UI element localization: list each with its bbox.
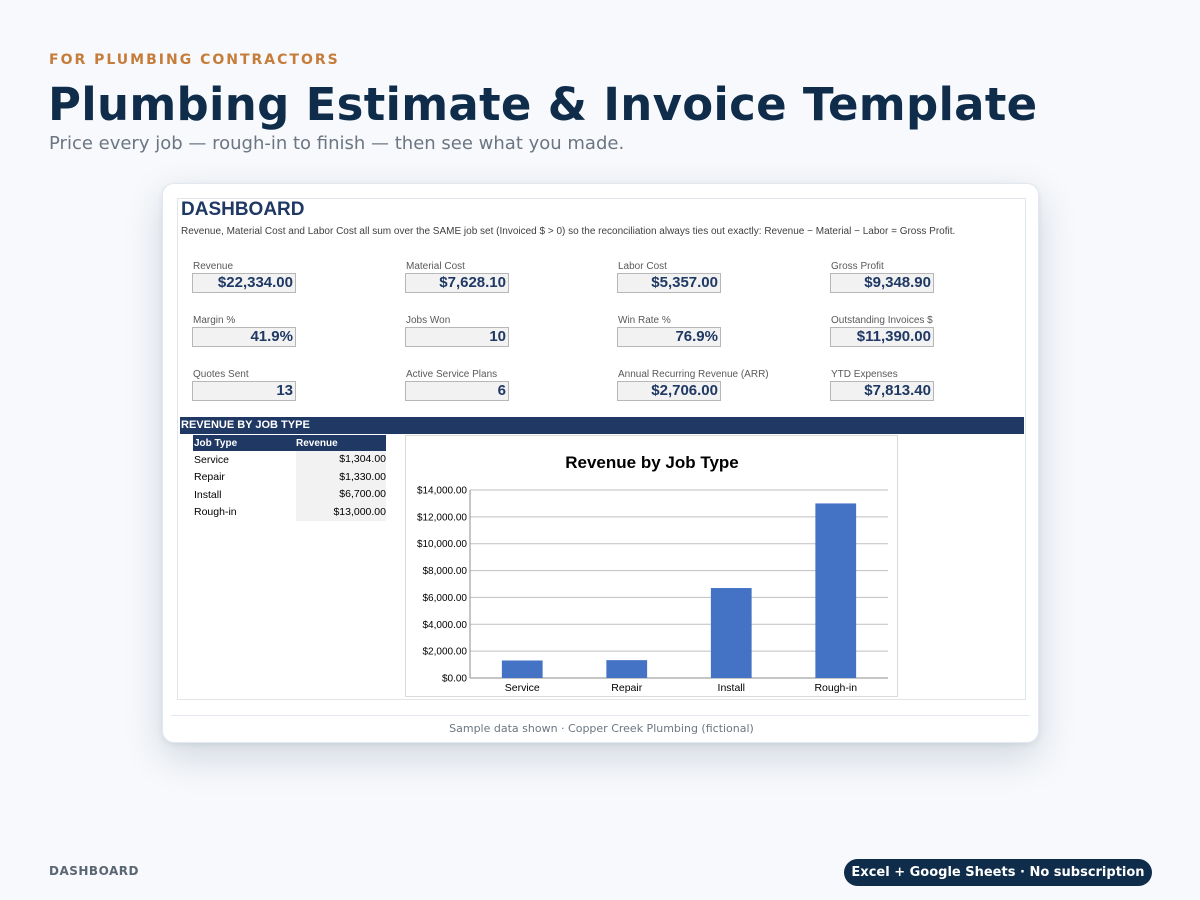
y-tick-label: $6,000.00 (423, 593, 468, 604)
cell-revenue[interactable]: $13,000.00 (296, 503, 386, 521)
table-row: Rough-in $13,000.00 (193, 503, 386, 521)
revenue-chart[interactable]: Revenue by Job Type $0.00 $2,000.00 $4,000… (405, 435, 898, 697)
cell-revenue[interactable]: $1,330.00 (296, 468, 386, 486)
table-row: Repair $1,330.00 (193, 468, 386, 486)
kpi-value-quotes-sent[interactable]: 13 (192, 381, 296, 401)
kpi-label-labor-cost: Labor Cost (618, 261, 667, 272)
cell-revenue[interactable]: $6,700.00 (296, 486, 386, 504)
x-tick-label: Service (505, 682, 540, 694)
table-header-row: Job Type Revenue (193, 435, 386, 451)
kpi-value-gross-profit[interactable]: $9,348.90 (830, 273, 934, 293)
cell-revenue[interactable]: $1,304.00 (296, 451, 386, 469)
x-tick-label: Repair (611, 682, 642, 694)
kpi-label-quotes-sent: Quotes Sent (193, 369, 249, 380)
cell-job-type[interactable]: Rough-in (193, 506, 296, 518)
kpi-value-material-cost[interactable]: $7,628.10 (405, 273, 509, 293)
y-tick-label: $8,000.00 (423, 566, 468, 577)
kpi-label-outstanding-invoices: Outstanding Invoices $ (831, 315, 933, 326)
y-tick-label: $14,000.00 (417, 486, 467, 497)
kpi-value-margin[interactable]: 41.9% (192, 327, 296, 347)
revenue-chart-svg: Revenue by Job Type $0.00 $2,000.00 $4,000… (417, 453, 888, 694)
cell-job-type[interactable]: Install (193, 489, 296, 501)
kpi-label-revenue: Revenue (193, 261, 234, 272)
y-tick-label: $2,000.00 (423, 647, 468, 658)
kpi-label-ytd-expenses: YTD Expenses (831, 369, 898, 380)
kpi-label-active-service-plans: Active Service Plans (406, 369, 498, 380)
spreadsheet-card: DASHBOARD Revenue, Material Cost and Lab… (162, 183, 1039, 743)
chart-bars (501, 503, 857, 678)
kpi-value-outstanding-invoices[interactable]: $11,390.00 (830, 327, 934, 347)
y-tick-label: $0.00 (442, 674, 467, 685)
card-divider (171, 715, 1030, 716)
page-title: Plumbing Estimate & Invoice Template (48, 78, 1038, 131)
table-row: Install $6,700.00 (193, 486, 386, 504)
dashboard-sheet: DASHBOARD Revenue, Material Cost and Lab… (177, 198, 1026, 700)
kpi-value-labor-cost[interactable]: $5,357.00 (617, 273, 721, 293)
cell-job-type[interactable]: Repair (193, 471, 296, 483)
cell-job-type[interactable]: Service (193, 454, 296, 466)
kpi-value-active-service-plans[interactable]: 6 (405, 381, 509, 401)
kpi-label-material-cost: Material Cost (406, 261, 465, 272)
y-tick-label: $4,000.00 (423, 620, 468, 631)
kpi-label-win-rate: Win Rate % (618, 315, 671, 326)
compatibility-badge: Excel + Google Sheets · No subscription (844, 859, 1152, 886)
column-header-job-type[interactable]: Job Type (193, 438, 296, 449)
kpi-value-arr[interactable]: $2,706.00 (617, 381, 721, 401)
y-tick-label: $12,000.00 (417, 512, 467, 523)
kpi-label-arr: Annual Recurring Revenue (ARR) (618, 369, 769, 380)
card-footer-note: Sample data shown · Copper Creek Plumbin… (449, 722, 754, 735)
kpi-value-ytd-expenses[interactable]: $7,813.40 (830, 381, 934, 401)
eyebrow-label: FOR PLUMBING CONTRACTORS (49, 52, 340, 68)
chart-title: Revenue by Job Type (565, 453, 739, 472)
x-tick-label: Install (718, 682, 745, 694)
column-header-revenue[interactable]: Revenue (296, 438, 386, 449)
bar-service[interactable] (501, 660, 543, 678)
x-tick-label: Rough-in (814, 682, 857, 694)
kpi-label-margin: Margin % (193, 315, 236, 326)
kpi-label-jobs-won: Jobs Won (406, 315, 451, 326)
chart-y-axis: $0.00 $2,000.00 $4,000.00 $6,000.00 $8,000.0… (417, 486, 467, 685)
dashboard-note: Revenue, Material Cost and Labor Cost al… (181, 226, 956, 237)
bar-install[interactable] (710, 588, 752, 678)
y-tick-label: $10,000.00 (417, 539, 467, 550)
kpi-value-revenue[interactable]: $22,334.00 (192, 273, 296, 293)
table-row: Service $1,304.00 (193, 451, 386, 469)
dashboard-title: DASHBOARD (181, 199, 305, 220)
bar-rough-in[interactable] (815, 503, 857, 678)
page-subtitle: Price every job — rough-in to finish — t… (49, 133, 625, 154)
kpi-value-win-rate[interactable]: 76.9% (617, 327, 721, 347)
section-header-revenue-by-job-type: REVENUE BY JOB TYPE (180, 417, 1024, 434)
footer-section-label: DASHBOARD (49, 864, 139, 878)
job-type-table: Job Type Revenue Service $1,304.00 Repai… (193, 435, 386, 521)
kpi-value-jobs-won[interactable]: 10 (405, 327, 509, 347)
bar-repair[interactable] (606, 660, 648, 678)
kpi-label-gross-profit: Gross Profit (831, 261, 884, 272)
chart-x-axis: Service Repair Install Rough-in (505, 682, 857, 694)
